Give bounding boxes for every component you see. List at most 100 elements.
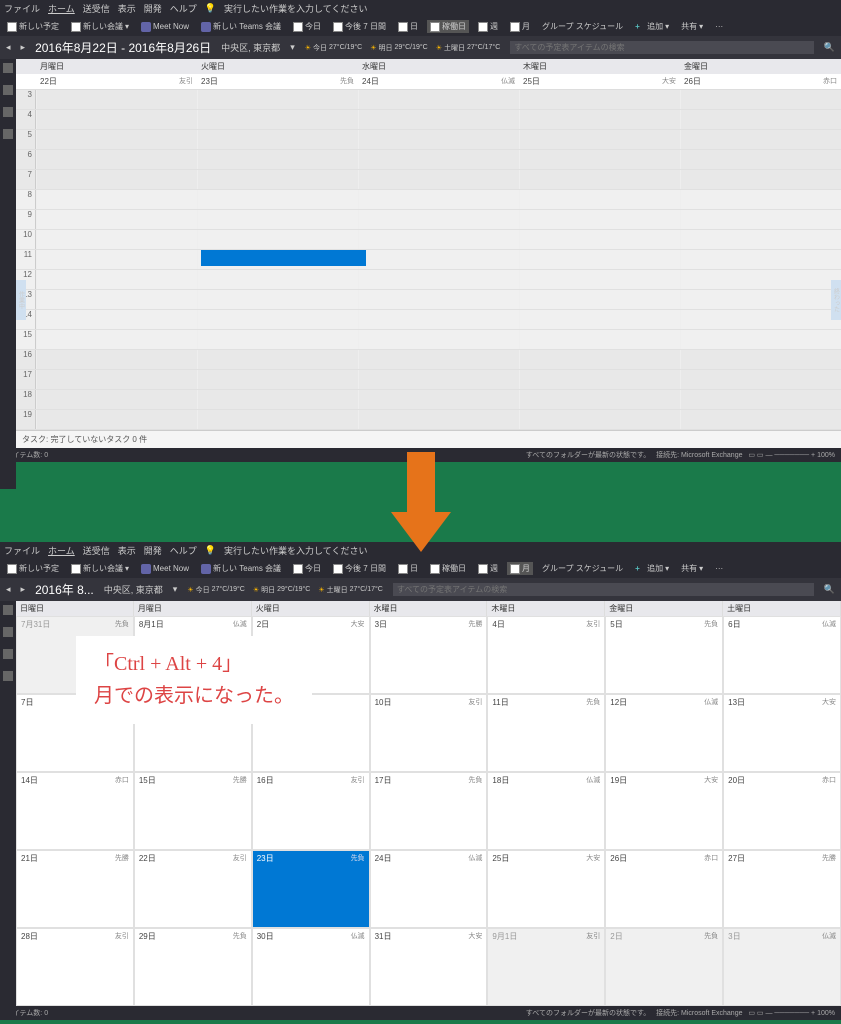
add-button[interactable]: +追加 ▾	[632, 20, 672, 33]
month-cell[interactable]: 20日赤口	[723, 772, 841, 850]
search-input[interactable]	[510, 41, 814, 54]
more-button[interactable]: ···	[712, 563, 726, 574]
search-icon[interactable]: 🔍	[824, 584, 835, 595]
workweek-view-button[interactable]: 稼働日	[427, 562, 469, 575]
month-cell[interactable]: 11日先負	[487, 694, 605, 772]
prev-button[interactable]: ◂	[6, 42, 11, 53]
time-row[interactable]: 8	[16, 190, 841, 210]
location-label[interactable]: 中央区, 東京都	[221, 41, 280, 54]
month-cell[interactable]: 25日大安	[487, 850, 605, 928]
workweek-view-button[interactable]: 稼働日	[427, 20, 469, 33]
menu-help[interactable]: ヘルプ	[170, 544, 197, 557]
mail-icon[interactable]	[3, 63, 13, 73]
new-appointment-button[interactable]: 新しい予定	[4, 20, 62, 33]
today-button[interactable]: 今日	[290, 562, 324, 575]
month-cell[interactable]: 4日友引	[487, 616, 605, 694]
search-icon[interactable]: 🔍	[824, 42, 835, 53]
menu-home[interactable]: ホーム	[48, 2, 75, 15]
next-button[interactable]: ▸	[21, 584, 26, 595]
month-cell[interactable]: 31日大安	[370, 928, 488, 1006]
share-button[interactable]: 共有 ▾	[678, 20, 706, 33]
month-cell[interactable]: 18日仏滅	[487, 772, 605, 850]
more-button[interactable]: ···	[712, 21, 726, 32]
month-cell[interactable]: 26日赤口	[605, 850, 723, 928]
menu-help[interactable]: ヘルプ	[170, 2, 197, 15]
month-cell[interactable]: 15日先勝	[134, 772, 252, 850]
prev-button[interactable]: ◂	[6, 584, 11, 595]
week-view-button[interactable]: 週	[475, 20, 501, 33]
menu-send[interactable]: 送受信	[83, 2, 110, 15]
date-cell[interactable]: 23日先負	[197, 74, 358, 89]
month-cell[interactable]: 2日先負	[605, 928, 723, 1006]
month-cell[interactable]: 23日先負	[252, 850, 370, 928]
time-row[interactable]: 13	[16, 290, 841, 310]
date-cell[interactable]: 24日仏滅	[358, 74, 519, 89]
next-button[interactable]: ▸	[21, 42, 26, 53]
teams-meeting-button[interactable]: 新しい Teams 会議	[198, 20, 284, 33]
time-row[interactable]: 11	[16, 250, 841, 270]
time-row[interactable]: 17	[16, 370, 841, 390]
meet-now-button[interactable]: Meet Now	[138, 21, 192, 33]
month-view-button[interactable]: 月	[507, 562, 533, 575]
time-row[interactable]: 3	[16, 90, 841, 110]
calendar-icon[interactable]	[3, 627, 13, 637]
people-icon[interactable]	[3, 649, 13, 659]
search-input[interactable]	[393, 583, 814, 596]
month-view-button[interactable]: 月	[507, 20, 533, 33]
month-cell[interactable]: 14日赤口	[16, 772, 134, 850]
group-schedule-button[interactable]: グループ スケジュール	[539, 20, 626, 33]
month-cell[interactable]: 3日仏滅	[723, 928, 841, 1006]
month-cell[interactable]: 17日先負	[370, 772, 488, 850]
time-row[interactable]: 9	[16, 210, 841, 230]
left-tab[interactable]: 作業中	[16, 280, 26, 320]
menu-send[interactable]: 送受信	[83, 544, 110, 557]
new-appointment-button[interactable]: 新しい予定	[4, 562, 62, 575]
time-row[interactable]: 16	[16, 350, 841, 370]
month-cell[interactable]: 3日先勝	[370, 616, 488, 694]
month-cell[interactable]: 16日友引	[252, 772, 370, 850]
menu-view[interactable]: 表示	[118, 2, 136, 15]
month-cell[interactable]: 21日先勝	[16, 850, 134, 928]
next7-button[interactable]: 今後 7 日間	[330, 562, 389, 575]
date-cell[interactable]: 25日大安	[519, 74, 680, 89]
menu-dev[interactable]: 開発	[144, 544, 162, 557]
menu-file[interactable]: ファイル	[4, 2, 40, 15]
new-meeting-button[interactable]: 新しい会議 ▾	[68, 562, 132, 575]
menu-home[interactable]: ホーム	[48, 544, 75, 557]
calendar-event[interactable]	[201, 250, 366, 266]
tell-me[interactable]: 実行したい作業を入力してください	[224, 544, 367, 557]
people-icon[interactable]	[3, 107, 13, 117]
menu-file[interactable]: ファイル	[4, 544, 40, 557]
time-row[interactable]: 6	[16, 150, 841, 170]
month-cell[interactable]: 30日仏滅	[252, 928, 370, 1006]
date-cell[interactable]: 26日赤口	[680, 74, 841, 89]
next7-button[interactable]: 今後 7 日間	[330, 20, 389, 33]
meet-now-button[interactable]: Meet Now	[138, 563, 192, 575]
menu-view[interactable]: 表示	[118, 544, 136, 557]
group-schedule-button[interactable]: グループ スケジュール	[539, 562, 626, 575]
tasks-icon[interactable]	[3, 671, 13, 681]
day-view-button[interactable]: 日	[395, 20, 421, 33]
menu-dev[interactable]: 開発	[144, 2, 162, 15]
month-cell[interactable]: 24日仏滅	[370, 850, 488, 928]
time-row[interactable]: 18	[16, 390, 841, 410]
right-tab[interactable]: 終わった	[831, 280, 841, 320]
month-cell[interactable]: 29日先負	[134, 928, 252, 1006]
calendar-icon[interactable]	[3, 85, 13, 95]
time-row[interactable]: 4	[16, 110, 841, 130]
teams-meeting-button[interactable]: 新しい Teams 会議	[198, 562, 284, 575]
time-row[interactable]: 14	[16, 310, 841, 330]
time-row[interactable]: 19	[16, 410, 841, 430]
tasks-icon[interactable]	[3, 129, 13, 139]
location-label[interactable]: 中央区, 東京都	[104, 583, 163, 596]
add-button[interactable]: +追加 ▾	[632, 562, 672, 575]
new-meeting-button[interactable]: 新しい会議 ▾	[68, 20, 132, 33]
month-cell[interactable]: 9月1日友引	[487, 928, 605, 1006]
date-cell[interactable]: 22日友引	[36, 74, 197, 89]
month-cell[interactable]: 22日友引	[134, 850, 252, 928]
time-row[interactable]: 15	[16, 330, 841, 350]
week-view-button[interactable]: 週	[475, 562, 501, 575]
time-row[interactable]: 12	[16, 270, 841, 290]
month-cell[interactable]: 19日大安	[605, 772, 723, 850]
month-cell[interactable]: 28日友引	[16, 928, 134, 1006]
